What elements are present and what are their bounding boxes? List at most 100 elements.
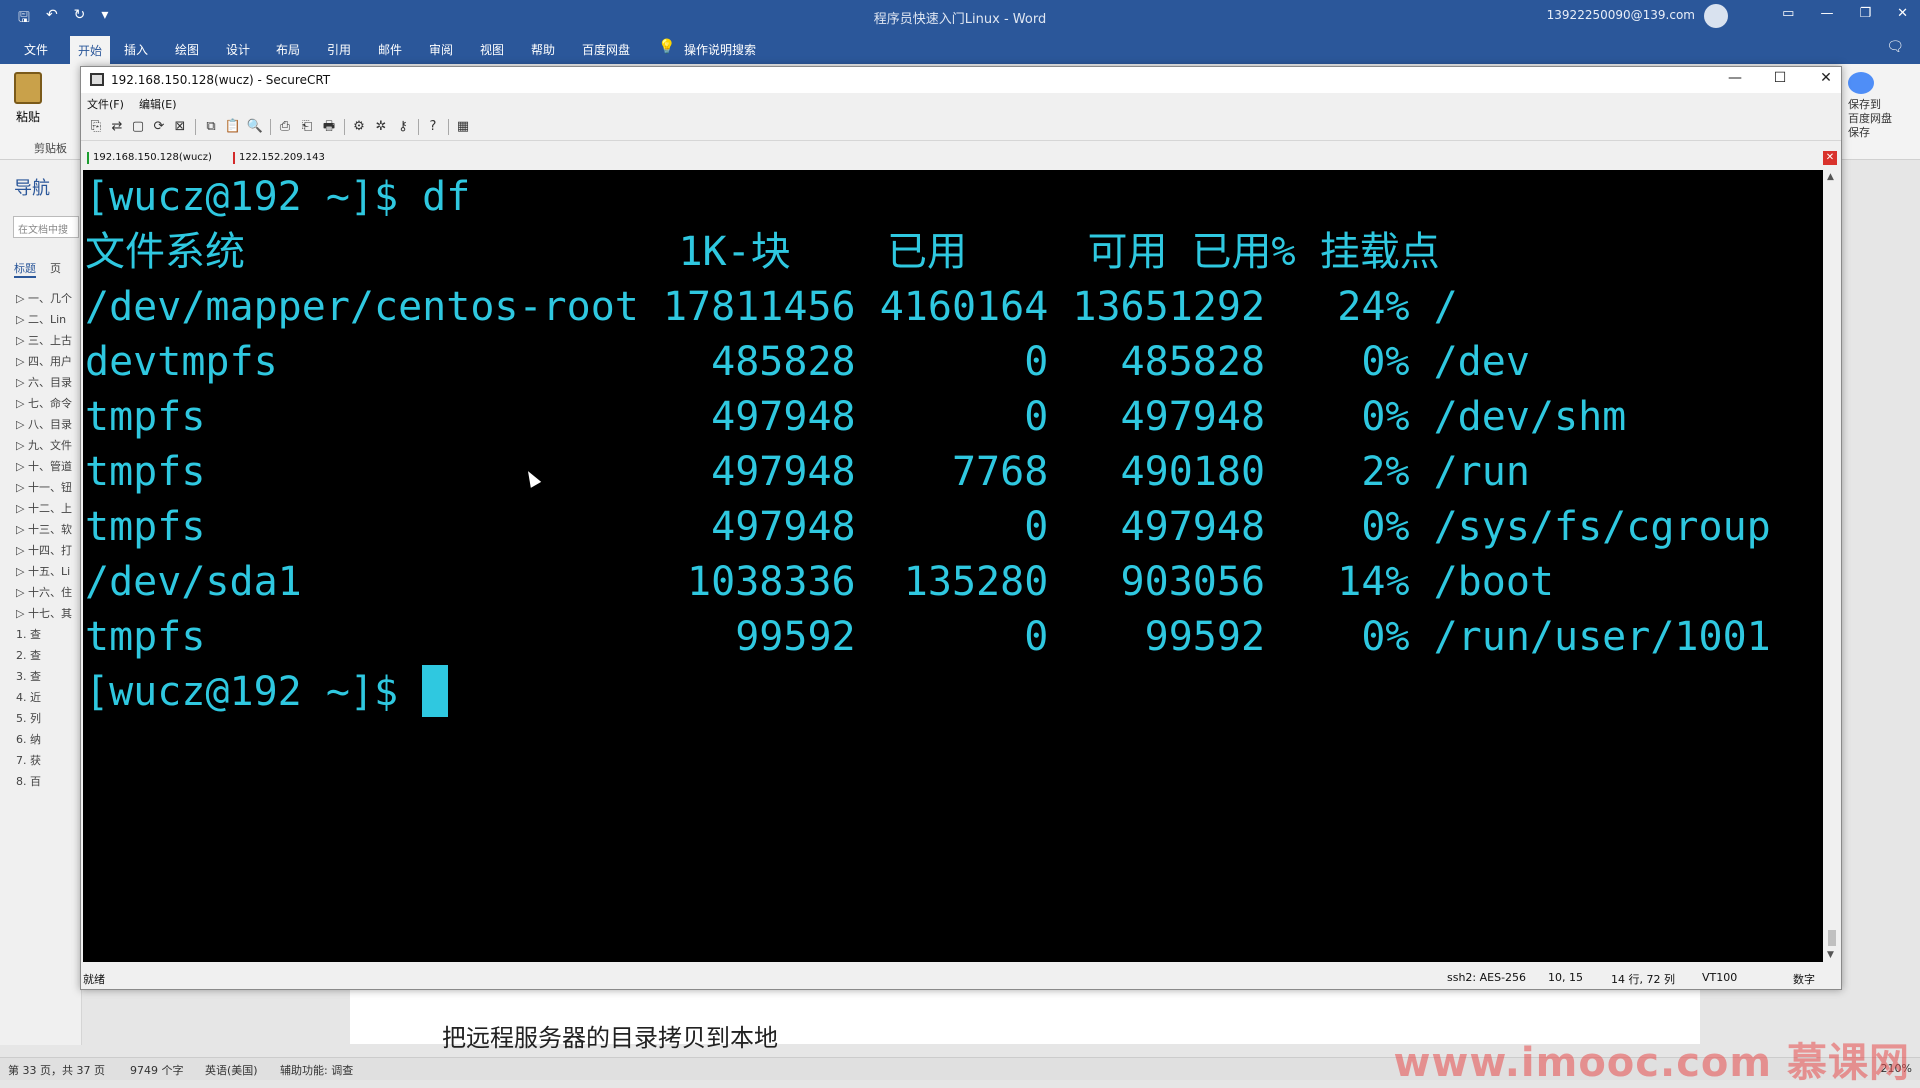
accessibility-status[interactable]: 辅助功能: 调查 — [280, 1062, 353, 1078]
scroll-thumb[interactable] — [1828, 930, 1836, 946]
copy-icon[interactable]: ⧉ — [202, 118, 220, 136]
tab-layout[interactable]: 布局 — [268, 39, 308, 60]
nav-heading-item[interactable]: ▷ 八、目录 — [16, 416, 72, 437]
nav-heading-item[interactable]: ▷ 十三、软 — [16, 521, 72, 542]
tab-draw[interactable]: 绘图 — [167, 39, 207, 60]
crt-status-bar: 就绪 ssh2: AES-256 10, 15 14 行, 72 列 VT100… — [81, 967, 1841, 989]
nav-heading-item[interactable]: ▷ 一、几个 — [16, 290, 72, 311]
sftp-icon[interactable]: ▦ — [454, 118, 472, 136]
scroll-up-icon[interactable]: ▲ — [1827, 172, 1834, 182]
word-title-bar: 🖫 ↶ ↻ ▾ 程序员快速入门Linux - Word 13922250090@… — [0, 0, 1920, 34]
nav-heading-item[interactable]: 2. 查 — [16, 647, 72, 668]
toolbar-separator — [344, 119, 345, 135]
nav-search-input[interactable]: 在文档中搜 — [13, 216, 79, 238]
connect-icon[interactable]: ⎘ — [87, 118, 105, 136]
baidu-save-button[interactable]: 保存到 百度网盘 保存 — [1848, 72, 1892, 140]
menu-file[interactable]: 文件(F) — [87, 96, 124, 112]
restore-icon[interactable]: ❐ — [1859, 6, 1871, 21]
tab-references[interactable]: 引用 — [319, 39, 359, 60]
document-text: 把远程服务器的目录拷贝到本地 — [442, 1024, 778, 1052]
find-icon[interactable]: 🔍 — [246, 118, 264, 136]
tab-baidu[interactable]: 百度网盘 — [574, 39, 638, 60]
crt-title-bar[interactable]: 192.168.150.128(wucz) - SecureCRT — ☐ ✕ — [81, 67, 1841, 93]
session-tabs: 192.168.150.128(wucz) 122.152.209.143 ✕ — [81, 149, 1841, 167]
tab-view[interactable]: 视图 — [472, 39, 512, 60]
terminal-scrollbar[interactable]: ▲ ▼ — [1825, 170, 1839, 962]
crt-toolbar: ⎘ ⇄ ▢ ⟳ ⊠ ⧉ 📋 🔍 ⎙ ⎗ 🖶 ⚙ ✲ ⚷ ? ▦ — [81, 113, 1841, 141]
crt-maximize-icon[interactable]: ☐ — [1766, 70, 1794, 86]
tab-help[interactable]: 帮助 — [523, 39, 563, 60]
minimize-icon[interactable]: — — [1820, 6, 1833, 21]
nav-heading-item[interactable]: 8. 百 — [16, 773, 72, 794]
close-tab-icon[interactable]: ✕ — [1823, 151, 1837, 165]
print-screen-icon[interactable]: ⎙ — [276, 118, 294, 136]
avatar[interactable] — [1704, 4, 1728, 28]
word-count[interactable]: 9749 个字 — [130, 1062, 184, 1078]
tell-me-search[interactable]: 操作说明搜索 — [676, 39, 764, 60]
toolbar-separator — [448, 119, 449, 135]
securecrt-window: 192.168.150.128(wucz) - SecureCRT — ☐ ✕ … — [80, 66, 1842, 990]
nav-heading-item[interactable]: ▷ 四、用户 — [16, 353, 72, 374]
tab-file[interactable]: 文件 — [16, 39, 56, 60]
nav-heading-item[interactable]: ▷ 十五、Li — [16, 563, 72, 584]
nav-heading-item[interactable]: 4. 近 — [16, 689, 72, 710]
terminal-text: [wucz@192 ~]$ df 文件系统 1K-块 已用 可用 已用% 挂载点… — [85, 174, 1771, 660]
print-selection-icon[interactable]: ⎗ — [298, 118, 316, 136]
print-icon[interactable]: 🖶 — [320, 118, 338, 136]
quick-connect-icon[interactable]: ⇄ — [108, 118, 126, 136]
nav-heading-item[interactable]: ▷ 九、文件 — [16, 437, 72, 458]
global-options-icon[interactable]: ✲ — [372, 118, 390, 136]
tab-session-1[interactable]: 192.168.150.128(wucz) — [87, 152, 212, 164]
nav-heading-list: ▷ 一、几个 ▷ 二、Lin ▷ 三、上古 ▷ 四、用户 ▷ 六、目录 ▷ 七、命令 ▷ 八… — [16, 290, 72, 794]
menu-edit[interactable]: 编辑(E) — [139, 96, 177, 112]
nav-heading-item[interactable]: ▷ 十一、钮 — [16, 479, 72, 500]
crt-close-icon[interactable]: ✕ — [1812, 70, 1840, 86]
nav-heading-item[interactable]: ▷ 十七、其 — [16, 605, 72, 626]
paste-icon[interactable]: 📋 — [224, 118, 242, 136]
nav-heading-item[interactable]: ▷ 六、目录 — [16, 374, 72, 395]
comment-icon[interactable]: 🗨 — [1886, 39, 1904, 55]
keymap-icon[interactable]: ⚷ — [394, 118, 412, 136]
help-icon[interactable]: ? — [424, 118, 442, 136]
tab-home[interactable]: 开始 — [70, 36, 111, 64]
tab-session-2[interactable]: 122.152.209.143 — [233, 152, 325, 164]
account-name[interactable]: 13922250090@139.com — [1547, 8, 1695, 22]
disconnect-icon[interactable]: ⊠ — [171, 118, 189, 136]
nav-heading-item[interactable]: 1. 查 — [16, 626, 72, 647]
nav-heading-item[interactable]: ▷ 十二、上 — [16, 500, 72, 521]
nav-heading-item[interactable]: ▷ 二、Lin — [16, 311, 72, 332]
toolbar-separator — [270, 119, 271, 135]
terminal-output[interactable]: [wucz@192 ~]$ df 文件系统 1K-块 已用 可用 已用% 挂载点… — [83, 170, 1823, 962]
toolbar-separator — [195, 119, 196, 135]
page-count[interactable]: 第 33 页，共 37 页 — [8, 1062, 105, 1078]
ribbon-display-icon[interactable]: ▭ — [1782, 6, 1794, 21]
connect-tab-icon[interactable]: ▢ — [129, 118, 147, 136]
reconnect-icon[interactable]: ⟳ — [150, 118, 168, 136]
scroll-down-icon[interactable]: ▼ — [1827, 950, 1834, 960]
text-cursor — [422, 665, 449, 717]
nav-tab-pages[interactable]: 页 — [50, 260, 61, 278]
nav-tab-headings[interactable]: 标题 — [14, 260, 36, 278]
nav-heading-item[interactable]: ▷ 三、上古 — [16, 332, 72, 353]
tab-review[interactable]: 审阅 — [421, 39, 461, 60]
close-icon[interactable]: ✕ — [1897, 6, 1908, 21]
nav-heading-item[interactable]: 6. 纳 — [16, 731, 72, 752]
session-options-icon[interactable]: ⚙ — [350, 118, 368, 136]
crt-minimize-icon[interactable]: — — [1721, 70, 1749, 86]
language[interactable]: 英语(美国) — [205, 1062, 258, 1078]
status-rows-cols: 14 行, 72 列 — [1611, 973, 1675, 986]
nav-heading-item[interactable]: 7. 获 — [16, 752, 72, 773]
nav-heading-item[interactable]: ▷ 十、管道 — [16, 458, 72, 479]
nav-heading-item[interactable]: ▷ 十六、住 — [16, 584, 72, 605]
nav-heading-item[interactable]: ▷ 十四、打 — [16, 542, 72, 563]
terminal-app-icon — [90, 73, 104, 86]
terminal-prompt: [wucz@192 ~]$ — [85, 669, 423, 715]
tab-insert[interactable]: 插入 — [116, 39, 156, 60]
tab-design[interactable]: 设计 — [218, 39, 258, 60]
paste-button[interactable]: 粘贴 — [14, 72, 42, 125]
tab-mailings[interactable]: 邮件 — [370, 39, 410, 60]
nav-heading-item[interactable]: 3. 查 — [16, 668, 72, 689]
watermark: www.imooc.com 慕课网 — [1393, 1040, 1910, 1086]
nav-heading-item[interactable]: ▷ 七、命令 — [16, 395, 72, 416]
nav-heading-item[interactable]: 5. 列 — [16, 710, 72, 731]
